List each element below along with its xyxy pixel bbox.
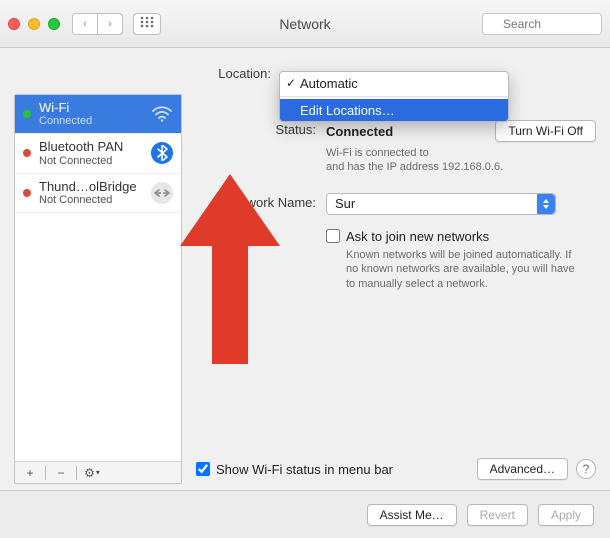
location-row: Location: Automatic Edit Locations… (0, 48, 610, 88)
ask-to-join-note: Known networks will be joined automatica… (326, 248, 586, 293)
sidebar-item[interactable]: Thund…olBridgeNot Connected (15, 174, 181, 213)
chevron-right-icon: › (108, 18, 112, 30)
traffic-lights (8, 18, 60, 30)
service-status: Not Connected (39, 155, 143, 167)
apply-button[interactable]: Apply (538, 504, 594, 526)
zoom-window-button[interactable] (48, 18, 60, 30)
service-status: Connected (39, 115, 143, 127)
services-list: Wi-FiConnectedBluetooth PANNot Connected… (15, 95, 181, 461)
search-input[interactable] (482, 13, 602, 35)
status-dot-icon (23, 149, 31, 157)
separator (76, 466, 77, 480)
status-label: Status: (196, 120, 316, 137)
titlebar: ‹ › Network (0, 0, 610, 48)
service-name: Bluetooth PAN (39, 140, 143, 154)
service-actions-button[interactable]: ⚙︎ ▾ (81, 464, 103, 482)
wifi-icon (151, 103, 173, 125)
help-button[interactable]: ? (576, 459, 596, 479)
status-desc-line2: and has the IP address 192.168.0.6. (326, 161, 503, 173)
status-dot-icon (23, 110, 31, 118)
form-grid: Status: Connected Turn Wi-Fi Off Wi-Fi i… (196, 94, 596, 292)
revert-button[interactable]: Revert (467, 504, 528, 526)
window-footer: Assist Me… Revert Apply (0, 490, 610, 538)
status-value: Connected (326, 124, 393, 139)
chevron-left-icon: ‹ (83, 18, 87, 30)
sidebar-item[interactable]: Wi-FiConnected (15, 95, 181, 134)
search-field-wrap (482, 13, 602, 35)
show-in-menubar-label: Show Wi-Fi status in menu bar (216, 462, 393, 477)
services-sidebar: Wi-FiConnectedBluetooth PANNot Connected… (14, 94, 182, 484)
chevron-updown-icon (537, 194, 555, 214)
main-pane: Status: Connected Turn Wi-Fi Off Wi-Fi i… (196, 94, 596, 484)
ask-to-join-input[interactable] (326, 229, 340, 243)
grid-icon (140, 16, 154, 31)
assist-me-button[interactable]: Assist Me… (367, 504, 457, 526)
status-description: Wi-Fi is connected to and has the IP add… (326, 146, 596, 175)
plus-icon: + (26, 466, 33, 480)
help-icon: ? (583, 462, 590, 476)
status-dot-icon (23, 189, 31, 197)
service-name: Thund…olBridge (39, 180, 143, 194)
location-dropdown-menu: Automatic Edit Locations… (279, 71, 509, 122)
sidebar-footer: + − ⚙︎ ▾ (15, 461, 181, 483)
location-option-automatic[interactable]: Automatic (280, 72, 508, 94)
back-button[interactable]: ‹ (72, 13, 98, 35)
service-name: Wi-Fi (39, 101, 143, 115)
minimize-window-button[interactable] (28, 18, 40, 30)
location-label: Location: (101, 66, 271, 81)
close-window-button[interactable] (8, 18, 20, 30)
network-name-label: Network Name: (196, 183, 316, 210)
remove-service-button[interactable]: − (50, 464, 72, 482)
toggle-wifi-button[interactable]: Turn Wi-Fi Off (495, 120, 596, 142)
advanced-button[interactable]: Advanced… (477, 458, 568, 480)
chevron-down-icon: ▾ (96, 468, 100, 477)
location-option-edit-label: Edit Locations… (300, 103, 395, 118)
location-option-automatic-label: Automatic (300, 76, 358, 91)
ask-to-join-checkbox[interactable]: Ask to join new networks (326, 229, 596, 244)
location-option-edit[interactable]: Edit Locations… (280, 99, 508, 121)
bluetooth-icon (151, 142, 173, 164)
separator (45, 466, 46, 480)
service-status: Not Connected (39, 194, 143, 206)
show-in-menubar-input[interactable] (196, 462, 210, 476)
network-name-select[interactable]: Sur (326, 193, 556, 215)
minus-icon: − (57, 466, 64, 480)
ask-to-join-label: Ask to join new networks (346, 229, 489, 244)
body-area: Wi-FiConnectedBluetooth PANNot Connected… (0, 88, 610, 490)
forward-button[interactable]: › (97, 13, 123, 35)
status-desc-line1: Wi-Fi is connected to (326, 147, 429, 159)
pane-bottom-row: Show Wi-Fi status in menu bar Advanced… … (196, 450, 596, 484)
thunderbolt-icon (151, 182, 173, 204)
show-all-button[interactable] (133, 13, 161, 35)
network-name-value: Sur (335, 196, 355, 211)
add-service-button[interactable]: + (19, 464, 41, 482)
show-in-menubar-checkbox[interactable]: Show Wi-Fi status in menu bar (196, 462, 393, 477)
nav-back-forward: ‹ › (72, 13, 123, 35)
menu-separator (280, 96, 508, 97)
sidebar-item[interactable]: Bluetooth PANNot Connected (15, 134, 181, 173)
gear-icon: ⚙︎ (84, 466, 95, 480)
network-prefpane-window: ‹ › Network (0, 0, 610, 538)
